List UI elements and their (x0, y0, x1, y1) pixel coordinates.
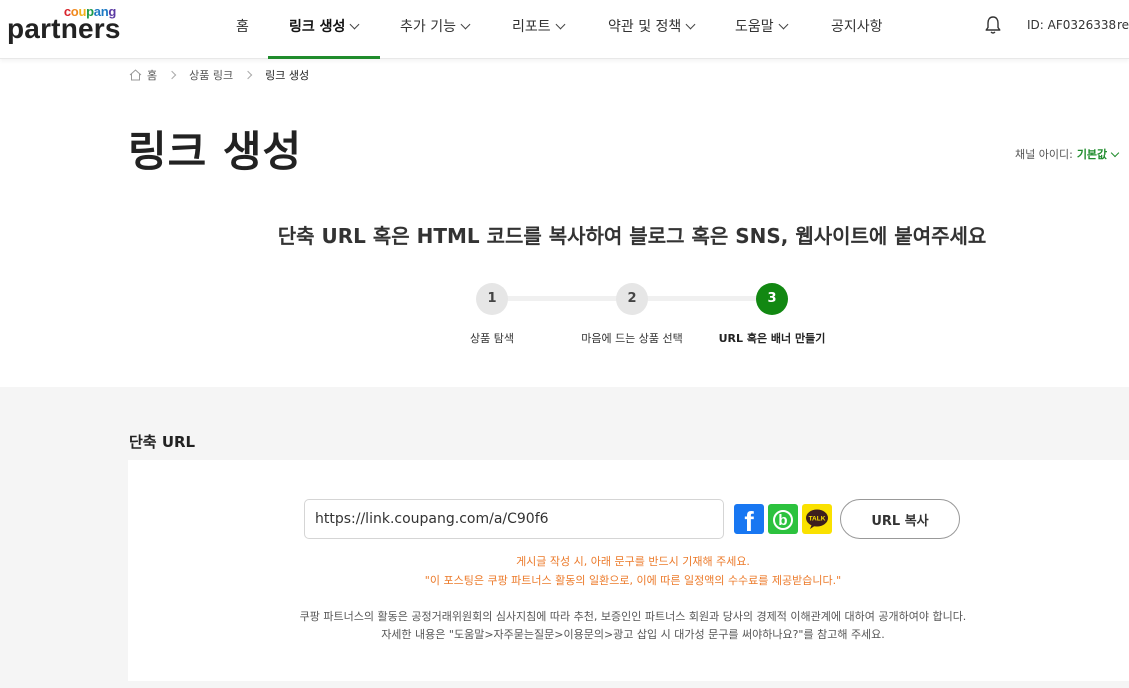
channel-label: 채널 아이디: (1015, 148, 1073, 161)
nav-help[interactable]: 도움말 (735, 16, 789, 36)
nav-terms-policy[interactable]: 약관 및 정책 (608, 16, 696, 36)
facebook-icon: f (744, 506, 754, 537)
breadcrumb-product-link[interactable]: 상품 링크 (189, 67, 233, 83)
disclaimer-line-1: 쿠팡 파트너스의 활동은 공정거래위원회의 심사지침에 따라 추천, 보증인인 … (299, 610, 967, 623)
facebook-share-button[interactable]: f (734, 504, 764, 537)
page-title: 링크 생성 (128, 127, 303, 176)
url-copy-button[interactable]: URL 복사 (840, 499, 960, 539)
nav-home[interactable]: 홈 (236, 16, 249, 36)
home-icon (129, 69, 142, 81)
nav-extra-features[interactable]: 추가 기능 (400, 16, 471, 36)
band-icon: b (773, 510, 793, 530)
svg-text:b: b (778, 512, 787, 529)
chevron-down-icon (778, 19, 789, 30)
nav-link-create[interactable]: 링크 생성 (289, 16, 360, 36)
user-menu-truncated[interactable]: re (1117, 18, 1129, 32)
step-3-label: URL 혹은 배너 만들기 (718, 332, 826, 345)
instruction-heading: 단축 URL 혹은 HTML 코드를 복사하여 블로그 혹은 SNS, 웹사이트… (277, 224, 987, 248)
kakaotalk-icon: TALK (806, 509, 828, 529)
bell-icon[interactable] (984, 15, 1002, 35)
channel-value: 기본값 (1076, 148, 1108, 161)
notice-line-1: 게시글 작성 시, 아래 문구를 반드시 기재해 주세요. (516, 555, 750, 568)
chevron-down-icon (1110, 148, 1120, 158)
step-3-circle: 3 (756, 283, 788, 315)
coupang-partners-logo[interactable]: coupang partners (7, 4, 122, 48)
breadcrumb: 홈 상품 링크 링크 생성 (129, 67, 309, 83)
short-url-field[interactable] (304, 499, 724, 539)
active-nav-indicator (268, 56, 380, 59)
nav-report[interactable]: 리포트 (512, 16, 566, 36)
breadcrumb-current: 링크 생성 (265, 69, 310, 82)
logo-partners-text: partners (7, 13, 121, 44)
chevron-down-icon (349, 19, 360, 30)
band-share-button[interactable]: b (768, 504, 798, 534)
notice-line-2: "이 포스팅은 쿠팡 파트너스 활동의 일환으로, 이에 따른 일정액의 수수료… (424, 574, 842, 587)
chevron-down-icon (460, 19, 471, 30)
nav-notices[interactable]: 공지사항 (831, 16, 883, 36)
step-1-circle: 1 (476, 283, 508, 315)
top-header: coupang partners 홈 링크 생성 추가 기능 리포트 약관 및 … (0, 0, 1129, 59)
chevron-down-icon (555, 19, 566, 30)
channel-id-selector[interactable]: 채널 아이디: 기본값 (1015, 146, 1120, 162)
chevron-down-icon (685, 19, 696, 30)
step-1-label: 상품 탐색 (470, 332, 514, 345)
breadcrumb-home[interactable]: 홈 (147, 67, 157, 83)
step-2-circle: 2 (616, 283, 648, 315)
short-url-title: 단축 URL (129, 433, 196, 451)
short-url-card (128, 460, 1129, 681)
user-id[interactable]: ID: AF0326338 (1027, 18, 1116, 32)
svg-text:TALK: TALK (809, 516, 826, 523)
breadcrumb-separator-icon (243, 70, 253, 80)
breadcrumb-separator-icon (167, 70, 177, 80)
disclaimer-line-2: 자세한 내용은 "도움말>자주묻는질문>이용문의>광고 삽입 시 대가성 문구를… (381, 628, 885, 641)
svg-text:f: f (744, 506, 754, 534)
kakaotalk-share-button[interactable]: TALK (802, 504, 832, 534)
step-2-label: 마음에 드는 상품 선택 (581, 332, 683, 345)
